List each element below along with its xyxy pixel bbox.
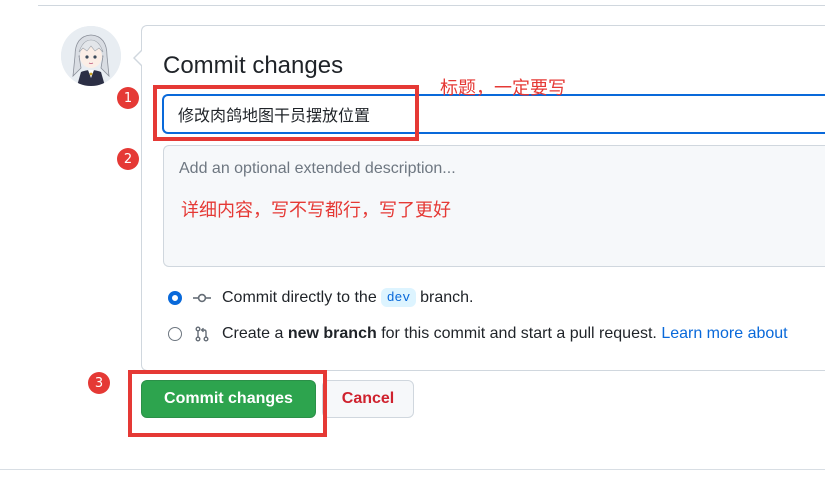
top-divider <box>38 5 825 6</box>
annotation-marker-2: 2 <box>117 148 139 170</box>
git-pull-request-icon <box>192 326 212 342</box>
new-branch-prefix: Create a <box>222 325 284 342</box>
new-branch-option[interactable]: Create a new branch for this commit and … <box>168 325 788 343</box>
git-commit-icon <box>192 290 212 306</box>
annotation-title-note: 标题，一定要写 <box>440 78 566 99</box>
commit-page: Commit changes Commit directly to the de… <box>0 0 825 497</box>
avatar[interactable] <box>61 26 121 86</box>
avatar-illustration <box>61 26 121 86</box>
new-branch-radio[interactable] <box>168 327 182 341</box>
commit-directly-text: Commit directly to the <box>222 288 377 306</box>
commit-directly-option[interactable]: Commit directly to the dev branch. <box>168 288 474 307</box>
commit-changes-button[interactable]: Commit changes <box>141 380 316 418</box>
card-caret-inner <box>135 51 142 65</box>
new-branch-middle: for this commit and start a pull request… <box>381 325 657 342</box>
bottom-divider <box>0 469 825 470</box>
branch-badge: dev <box>380 288 417 307</box>
learn-more-link[interactable]: Learn more about <box>661 325 787 343</box>
commit-directly-suffix: branch. <box>420 288 474 306</box>
annotation-marker-3: 3 <box>88 372 110 394</box>
cancel-button[interactable]: Cancel <box>322 380 414 418</box>
commit-directly-radio[interactable] <box>168 290 182 305</box>
annotation-marker-1: 1 <box>117 87 139 109</box>
commit-title: Commit changes <box>163 52 344 79</box>
new-branch-bold: new branch <box>287 325 377 342</box>
commit-summary-input[interactable] <box>162 94 825 134</box>
annotation-description-note: 详细内容，写不写都行，写了更好 <box>181 200 451 221</box>
